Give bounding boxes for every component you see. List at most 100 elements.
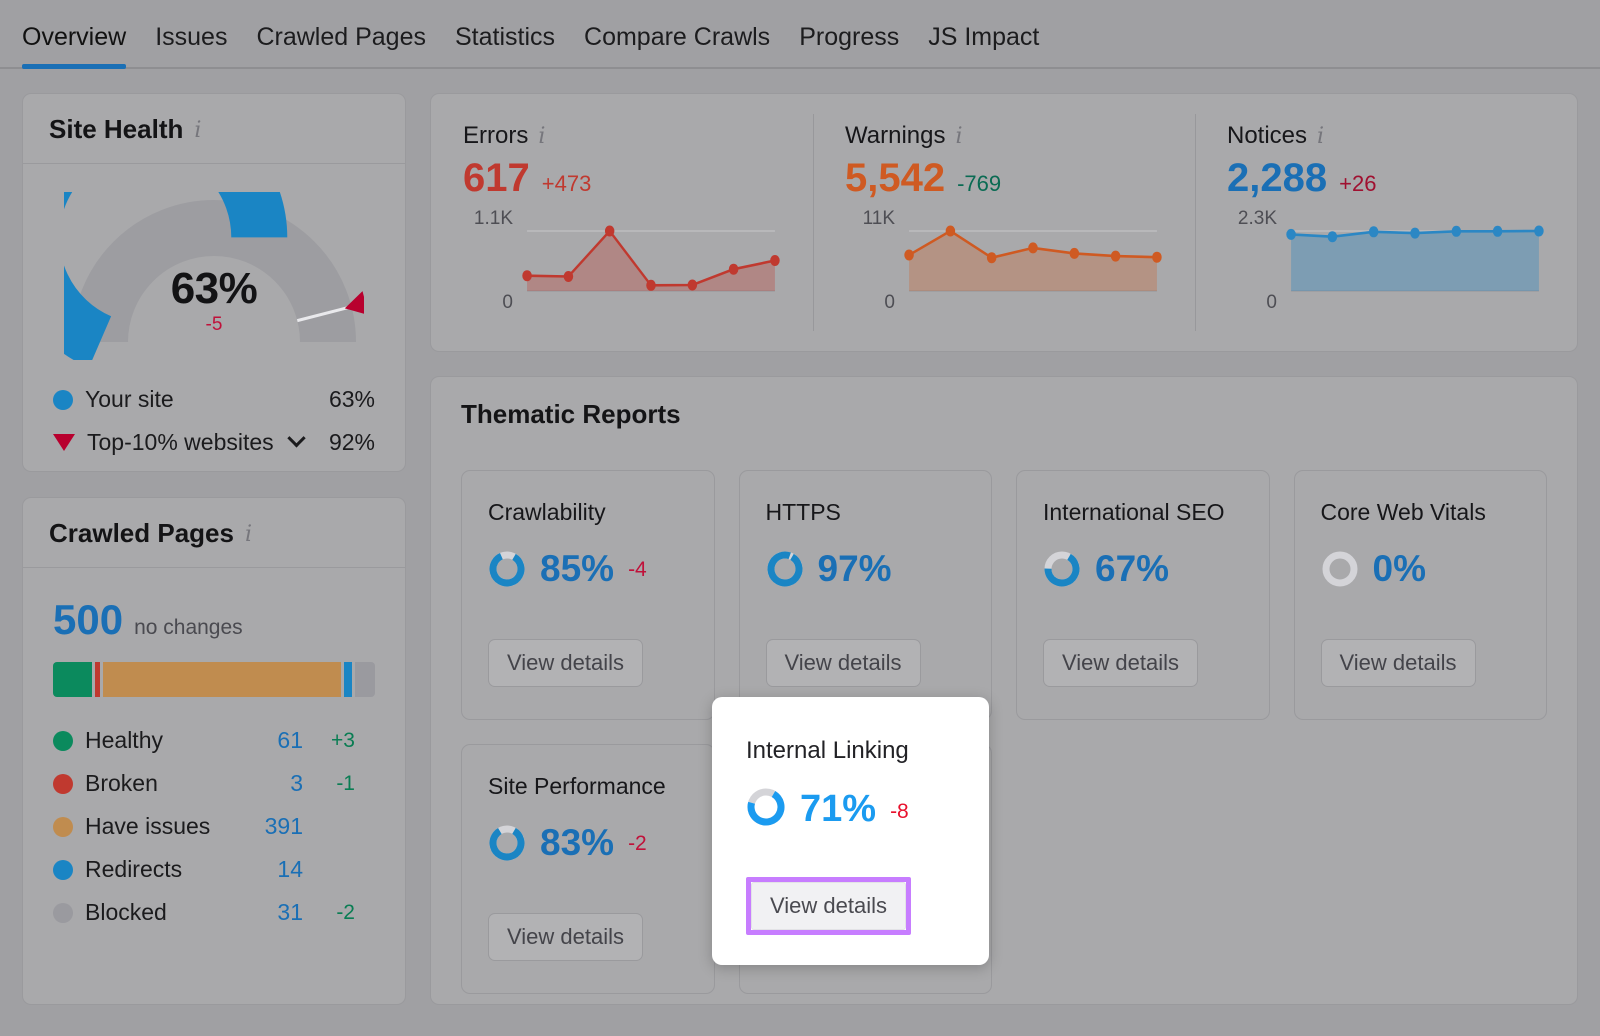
info-icon[interactable]: i	[538, 126, 545, 148]
stack-segment	[53, 662, 92, 697]
crawled-pages-legend: Healthy61+3Broken3-1Have issues391Redire…	[53, 719, 375, 934]
site-health-card: Site Health i 63% -5 Your site63%Top-10%…	[22, 93, 406, 472]
crawled-pages-total: 500 no changes	[53, 596, 375, 644]
view-details-button[interactable]: View details	[766, 639, 921, 687]
site-health-legend-row[interactable]: Top-10% websites92%	[53, 421, 375, 464]
thematic-card-title: Core Web Vitals	[1321, 499, 1521, 526]
crawled-pages-legend-row: Have issues391	[53, 805, 375, 848]
legend-delta: -2	[303, 901, 355, 925]
thematic-card-title: HTTPS	[766, 499, 966, 526]
legend-label-wrap: Broken	[53, 770, 239, 797]
thematic-card-percent: 85%	[540, 548, 614, 590]
score-ring-icon	[746, 787, 786, 827]
site-audit-overview-page: Overview Issues Crawled Pages Statistics Com…	[0, 0, 1600, 1036]
popover-delta: -8	[890, 800, 909, 824]
thematic-card-score: 0%	[1321, 548, 1521, 590]
circle-marker-icon	[53, 774, 73, 794]
sparkline-plot	[903, 217, 1163, 304]
legend-label: Healthy	[85, 727, 163, 754]
tab-crawled-pages[interactable]: Crawled Pages	[256, 23, 426, 67]
legend-count: 61	[239, 727, 303, 754]
thematic-card-delta: -4	[628, 558, 647, 582]
view-details-button[interactable]: View details	[1043, 639, 1198, 687]
metric-notices: Notices i 2,288 +26 2.3K 0	[1195, 94, 1577, 351]
chevron-down-icon[interactable]	[287, 429, 305, 447]
view-details-button[interactable]: View details	[488, 639, 643, 687]
view-details-button[interactable]: View details	[1321, 639, 1476, 687]
info-icon[interactable]: i	[955, 126, 962, 148]
metric-value: 2,288	[1227, 156, 1327, 201]
crawled-pages-header: Crawled Pages i	[23, 498, 405, 568]
highlight-outline: View details	[746, 877, 911, 935]
thematic-card-score: 67%	[1043, 548, 1243, 590]
crawled-pages-legend-row: Redirects14	[53, 848, 375, 891]
score-ring-icon	[1043, 550, 1081, 588]
view-details-button[interactable]: View details	[751, 882, 906, 930]
main-tab-bar: Overview Issues Crawled Pages Statistics Com…	[0, 0, 1600, 69]
metric-sparkline: 11K 0	[845, 217, 1163, 304]
stack-segment	[95, 662, 101, 697]
legend-label-wrap: Your site	[53, 386, 329, 413]
score-ring-icon	[488, 824, 526, 862]
tab-js-impact[interactable]: JS Impact	[928, 23, 1039, 67]
legend-count: 31	[239, 899, 303, 926]
tab-overview[interactable]: Overview	[22, 23, 126, 67]
popover-score: 71% -8	[746, 787, 955, 832]
legend-count: 14	[239, 856, 303, 883]
tab-compare-crawls[interactable]: Compare Crawls	[584, 23, 770, 67]
axis-min-label: 0	[502, 292, 513, 314]
popover-percent: 71%	[800, 788, 876, 831]
info-icon[interactable]: i	[194, 120, 201, 142]
crawled-pages-stacked-bar	[53, 662, 375, 697]
sparkline-axis: 1.1K 0	[463, 217, 521, 304]
tab-issues[interactable]: Issues	[155, 23, 227, 67]
legend-count: 3	[239, 770, 303, 797]
thematic-card-score: 97%	[766, 548, 966, 590]
tab-statistics[interactable]: Statistics	[455, 23, 555, 67]
thematic-card-score: 85% -4	[488, 548, 688, 590]
metric-label: Notices	[1227, 122, 1307, 150]
circle-marker-icon	[53, 860, 73, 880]
legend-label: Blocked	[85, 899, 167, 926]
legend-label: Have issues	[85, 813, 210, 840]
issue-metrics-panel: Errors i 617 +473 1.1K 0 Warnings i	[430, 93, 1578, 352]
site-health-score: 63%	[23, 264, 405, 314]
sparkline-svg	[521, 217, 781, 299]
thematic-card-percent: 97%	[818, 548, 892, 590]
legend-label-wrap: Redirects	[53, 856, 239, 883]
thematic-reports-header: Thematic Reports	[431, 377, 1577, 448]
stack-segment	[103, 662, 340, 697]
legend-label: Top-10% websites	[87, 429, 274, 456]
metric-label: Warnings	[845, 122, 945, 150]
sparkline-plot	[1285, 217, 1545, 304]
metric-value: 5,542	[845, 156, 945, 201]
info-icon[interactable]: i	[1317, 126, 1324, 148]
crawled-pages-legend-row: Healthy61+3	[53, 719, 375, 762]
tab-progress[interactable]: Progress	[799, 23, 899, 67]
metric-value-row: 617 +473	[463, 156, 781, 201]
metric-delta: +26	[1339, 171, 1376, 197]
thematic-card-core-web-vitals[interactable]: Core Web Vitals 0% View details	[1294, 470, 1548, 720]
thematic-card-site-performance[interactable]: Site Performance 83% -2 View details	[461, 744, 715, 994]
score-ring-icon	[1321, 550, 1359, 588]
info-icon[interactable]: i	[245, 524, 252, 546]
metric-header: Errors i	[463, 122, 781, 150]
crawled-pages-change-note: no changes	[134, 616, 243, 640]
circle-marker-icon	[53, 903, 73, 923]
popover-title: Internal Linking	[746, 737, 955, 765]
thematic-card-international-seo[interactable]: International SEO 67% View details	[1016, 470, 1270, 720]
crawled-pages-card: Crawled Pages i 500 no changes Healthy 61…	[22, 497, 406, 1005]
thematic-reports-title: Thematic Reports	[461, 399, 681, 429]
site-health-delta: -5	[23, 314, 405, 336]
metric-value-row: 5,542 -769	[845, 156, 1163, 201]
view-details-button[interactable]: View details	[488, 913, 643, 961]
thematic-card-https[interactable]: HTTPS 97% View details	[739, 470, 993, 720]
thematic-card-title: International SEO	[1043, 499, 1243, 526]
site-health-title: Site Health	[49, 114, 183, 145]
thematic-card-crawlability[interactable]: Crawlability 85% -4 View details	[461, 470, 715, 720]
site-health-legend-row: Your site63%	[53, 378, 375, 421]
legend-label-wrap: Top-10% websites	[53, 429, 329, 456]
score-ring-icon	[766, 550, 804, 588]
crawled-pages-title: Crawled Pages	[49, 518, 234, 549]
thematic-card-percent: 83%	[540, 822, 614, 864]
